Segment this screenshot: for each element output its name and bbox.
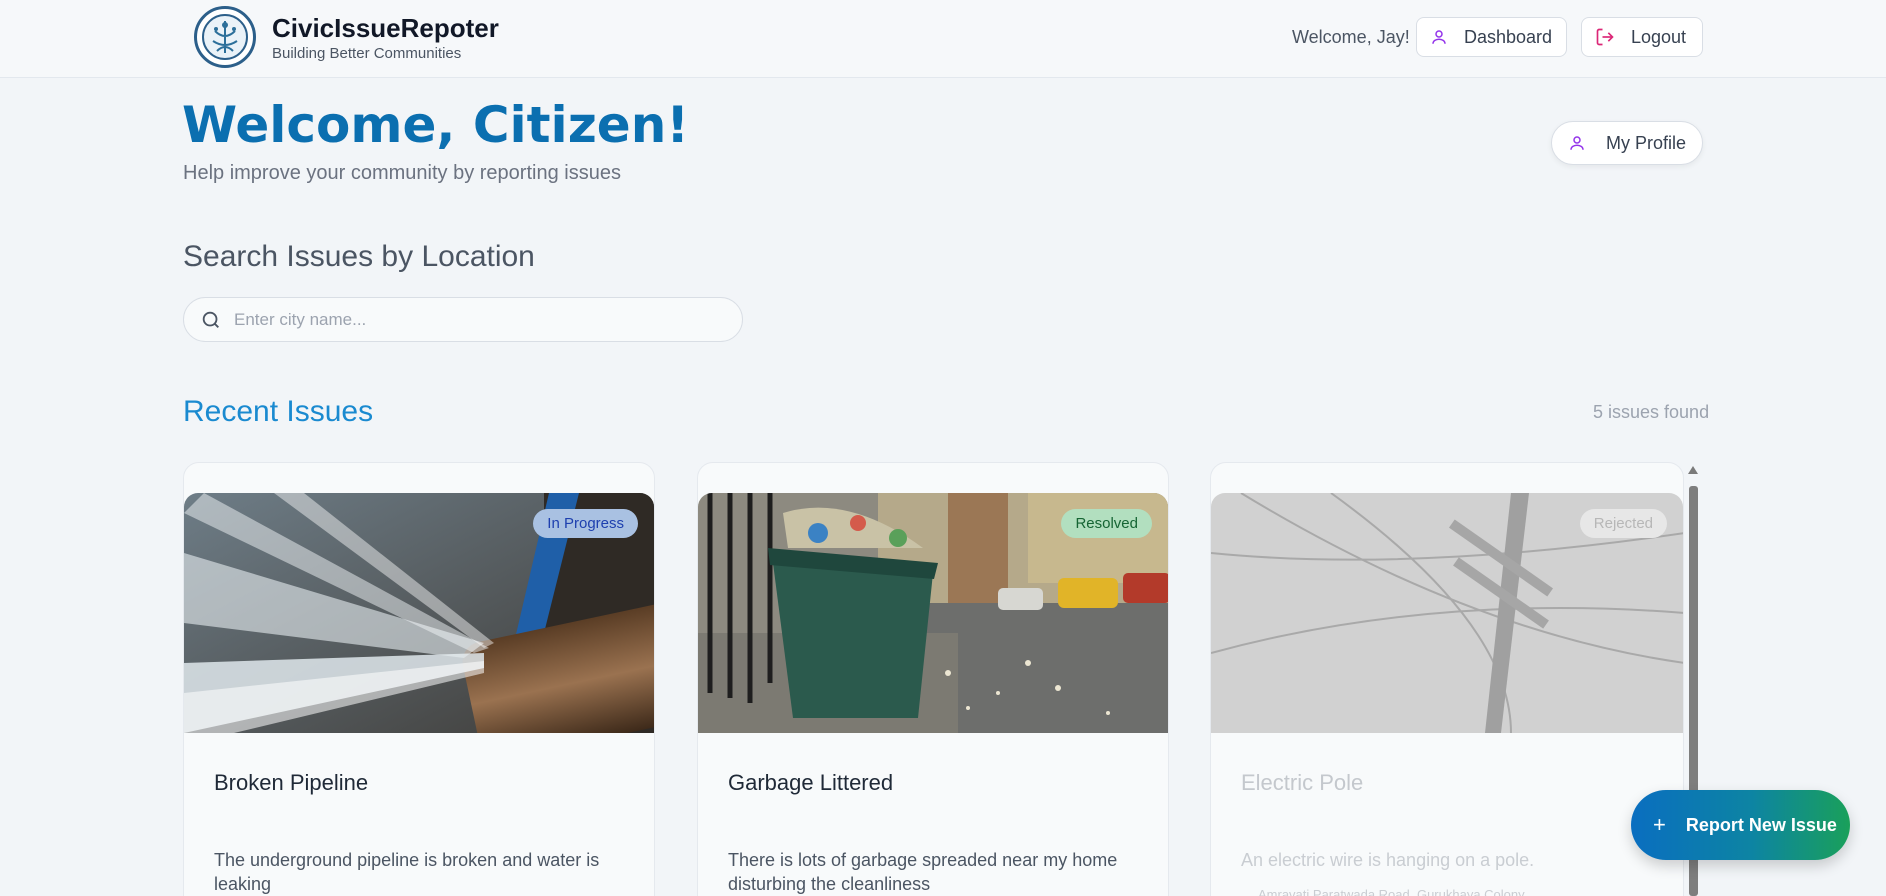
recent-issues-title: Recent Issues — [183, 395, 374, 428]
issue-description: The underground pipeline is broken and w… — [214, 850, 600, 894]
app-title: CivicIssueRepoter — [272, 12, 499, 43]
page-subtitle: Help improve your community by reporting… — [183, 162, 621, 184]
dashboard-label: Dashboard — [1464, 26, 1553, 47]
logout-icon — [1596, 28, 1614, 46]
my-profile-label: My Profile — [1606, 132, 1687, 153]
user-icon — [1432, 30, 1446, 44]
issues-count: 5 issues found — [1593, 402, 1710, 422]
my-profile-button[interactable]: My Profile — [1551, 121, 1703, 165]
status-badge: Resolved — [1061, 509, 1152, 538]
logout-button[interactable]: Logout — [1581, 17, 1703, 57]
search-box[interactable] — [183, 297, 743, 342]
user-icon — [1570, 136, 1584, 150]
issue-title: Garbage Littered — [728, 770, 894, 795]
issue-card[interactable]: Resolved Garbage Littered There is lots … — [697, 462, 1169, 896]
issue-address: Amravati Paratwada Road, Gurukhaya Colon… — [1258, 887, 1525, 896]
status-badge: In Progress — [533, 509, 638, 538]
issue-card[interactable]: Rejected Electric Pole An electric wire … — [1210, 462, 1684, 896]
issue-card[interactable]: In Progress Broken Pipeline The undergro… — [183, 462, 655, 896]
issue-title: Electric Pole — [1241, 770, 1364, 795]
logout-label: Logout — [1631, 26, 1687, 47]
status-badge: Rejected — [1579, 509, 1667, 538]
issue-title: Broken Pipeline — [214, 770, 369, 795]
scroll-up-arrow-icon[interactable] — [1688, 466, 1698, 474]
brand[interactable]: CivicIssueRepoter Building Better Commun… — [194, 6, 499, 68]
plus-icon: + — [1653, 812, 1666, 837]
search-icon — [202, 311, 219, 328]
dashboard-button[interactable]: Dashboard — [1416, 17, 1567, 57]
report-new-issue-label: Report New Issue — [1685, 814, 1837, 835]
welcome-user-text: Welcome, Jay! — [1292, 27, 1410, 47]
page-title: Welcome, Citizen! — [182, 96, 690, 154]
issue-description: An electric wire is hanging on a pole. — [1241, 850, 1535, 870]
issue-description: There is lots of garbage spreaded near m… — [728, 850, 1118, 894]
report-new-issue-button[interactable]: + Report New Issue — [1631, 790, 1850, 860]
search-section-title: Search Issues by Location — [183, 240, 535, 273]
top-navbar: CivicIssueRepoter Building Better Commun… — [0, 0, 1886, 78]
logo-emblem-icon — [194, 6, 256, 68]
city-search-input[interactable] — [234, 309, 714, 330]
app-tagline: Building Better Communities — [272, 44, 462, 62]
